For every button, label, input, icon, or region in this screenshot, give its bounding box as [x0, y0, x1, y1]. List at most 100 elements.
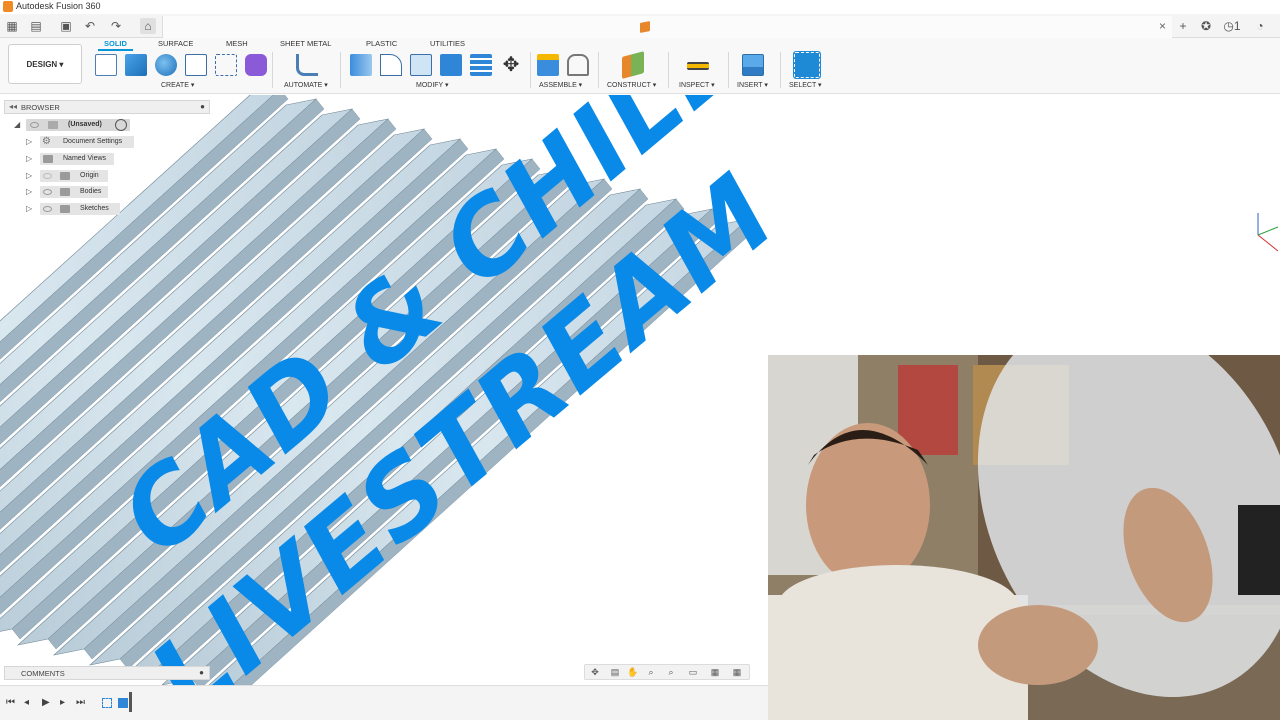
browser-item-origin[interactable]: Origin	[40, 170, 108, 182]
ribbon-divider	[530, 52, 531, 88]
pan-icon[interactable]: ✋	[627, 667, 639, 678]
expand-arrow-icon[interactable]: ▷	[26, 171, 32, 180]
shell-icon[interactable]	[440, 54, 462, 76]
select-icon[interactable]	[793, 51, 821, 79]
automate-group-label[interactable]: AUTOMATE ▾	[284, 81, 328, 89]
job-status-icon[interactable]: ◷1	[1222, 18, 1242, 34]
step-back-icon[interactable]: ◂	[24, 697, 29, 708]
insert-group-label[interactable]: INSERT ▾	[737, 81, 768, 89]
automate-icon[interactable]	[296, 54, 318, 76]
ribbon-divider	[598, 52, 599, 88]
play-icon[interactable]: ▶	[42, 697, 50, 708]
combine-icon[interactable]	[470, 54, 492, 76]
new-component-icon[interactable]	[537, 54, 559, 76]
go-to-start-icon[interactable]: ⏮	[6, 697, 15, 708]
timeline-marker[interactable]	[129, 692, 132, 712]
comments-panel-header[interactable]: COMMENTS ●	[4, 666, 210, 680]
browser-item-label: Bodies	[80, 188, 102, 195]
document-icon	[48, 121, 58, 129]
construct-group-label[interactable]: CONSTRUCT ▾	[607, 81, 656, 89]
expand-arrow-icon[interactable]: ▷	[26, 187, 32, 196]
chamfer-icon[interactable]	[410, 54, 432, 76]
select-group-label[interactable]: SELECT ▾	[789, 81, 822, 89]
browser-item-label: Origin	[80, 172, 99, 179]
ribbon-divider	[728, 52, 729, 88]
tab-plastic[interactable]: PLASTIC	[366, 39, 397, 48]
quick-access-toolbar: ▦ ▤ ▣ ↶ ↷ ⌂ × + ✪ ◷1 ◔	[0, 14, 1280, 38]
tab-solid[interactable]: SOLID	[98, 39, 133, 51]
home-icon[interactable]: ⌂	[140, 18, 156, 34]
add-comment-icon[interactable]: ●	[199, 668, 204, 677]
folder-icon	[60, 172, 70, 180]
view-cube-icon[interactable]	[1254, 205, 1280, 255]
file-menu-icon[interactable]: ▤	[28, 18, 44, 34]
minimize-icon[interactable]: ●	[200, 102, 205, 111]
save-icon[interactable]: ▣	[58, 18, 74, 34]
workspace-switcher[interactable]: DESIGN ▾	[8, 44, 82, 84]
toolbar-ribbon: DESIGN ▾ SOLID SURFACE MESH SHEET METAL …	[0, 38, 1280, 94]
visibility-eye-icon[interactable]	[30, 122, 39, 128]
fillet-icon[interactable]	[380, 54, 402, 76]
expand-arrow-icon[interactable]: ▷	[26, 154, 32, 163]
grid-menu-icon[interactable]: ▦	[4, 18, 20, 34]
tab-surface[interactable]: SURFACE	[158, 39, 193, 48]
activate-component-icon[interactable]	[115, 119, 127, 131]
extensions-icon[interactable]: ✪	[1198, 18, 1214, 34]
tab-utilities[interactable]: UTILITIES	[430, 39, 465, 48]
orbit-icon[interactable]: ✥	[589, 667, 601, 678]
collapse-arrows-icon[interactable]: ◂◂	[9, 102, 17, 111]
look-at-icon[interactable]: ▤	[609, 667, 621, 678]
create-form-icon[interactable]	[245, 54, 267, 76]
comments-title: COMMENTS	[21, 669, 65, 678]
inspect-group-label[interactable]: INSPECT ▾	[679, 81, 715, 89]
extrude-icon[interactable]	[125, 54, 147, 76]
browser-item-document-settings[interactable]: ⚙ Document Settings	[40, 136, 134, 148]
grid-settings-icon[interactable]: ▦	[709, 667, 721, 678]
hole-icon[interactable]	[185, 54, 207, 76]
create-sketch-icon[interactable]	[95, 54, 117, 76]
modify-group-label[interactable]: MODIFY ▾	[416, 81, 449, 89]
revolve-icon[interactable]	[155, 54, 177, 76]
notifications-icon[interactable]: ◔	[1252, 18, 1268, 34]
measure-icon[interactable]	[687, 62, 709, 70]
press-pull-icon[interactable]	[350, 54, 372, 76]
insert-image-icon[interactable]	[742, 54, 764, 76]
visibility-eye-icon[interactable]	[43, 173, 52, 179]
timeline-extrude-feature-icon[interactable]	[118, 698, 128, 708]
document-cube-icon	[640, 21, 650, 33]
expand-arrow-icon[interactable]: ▷	[26, 137, 32, 146]
browser-panel-header[interactable]: ◂◂ BROWSER ●	[4, 100, 210, 114]
visibility-eye-icon[interactable]	[43, 189, 52, 195]
create-group-label[interactable]: CREATE ▾	[161, 81, 194, 89]
webcam-feed	[768, 355, 1280, 720]
zoom-icon[interactable]: ⌕	[645, 667, 657, 678]
browser-item-bodies[interactable]: Bodies	[40, 186, 108, 198]
visibility-eye-icon[interactable]	[43, 206, 52, 212]
assemble-group-label[interactable]: ASSEMBLE ▾	[539, 81, 582, 89]
browser-title: BROWSER	[21, 103, 60, 112]
move-copy-icon[interactable]: ✥	[500, 54, 522, 76]
tab-sheet-metal[interactable]: SHEET METAL	[280, 39, 331, 48]
expand-arrow-icon[interactable]: ▷	[26, 204, 32, 213]
browser-item-named-views[interactable]: Named Views	[40, 153, 114, 165]
fusion-logo-icon	[3, 1, 13, 12]
browser-item-sketches[interactable]: Sketches	[40, 203, 120, 215]
tab-mesh[interactable]: MESH	[226, 39, 248, 48]
new-tab-icon[interactable]: +	[1175, 18, 1191, 34]
undo-icon[interactable]: ↶	[82, 18, 98, 34]
display-settings-icon[interactable]: ▭	[687, 667, 699, 678]
close-tab-icon[interactable]: ×	[1159, 19, 1166, 33]
step-forward-icon[interactable]: ▸	[60, 697, 65, 708]
joint-icon[interactable]	[567, 54, 589, 76]
viewports-icon[interactable]: ▦	[731, 667, 743, 678]
fit-icon[interactable]: ⌕	[665, 667, 677, 678]
redo-icon[interactable]: ↷	[108, 18, 124, 34]
go-to-end-icon[interactable]: ⏭	[76, 697, 85, 708]
expand-root-arrow-icon[interactable]: ◢	[14, 120, 20, 129]
rectangular-pattern-icon[interactable]	[215, 54, 237, 76]
offset-plane-icon[interactable]	[622, 51, 644, 79]
folder-icon	[43, 155, 53, 163]
window-title: Autodesk Fusion 360	[16, 1, 101, 11]
document-tab[interactable]: ×	[162, 16, 1172, 38]
timeline-sketch-feature-icon[interactable]	[102, 698, 112, 708]
